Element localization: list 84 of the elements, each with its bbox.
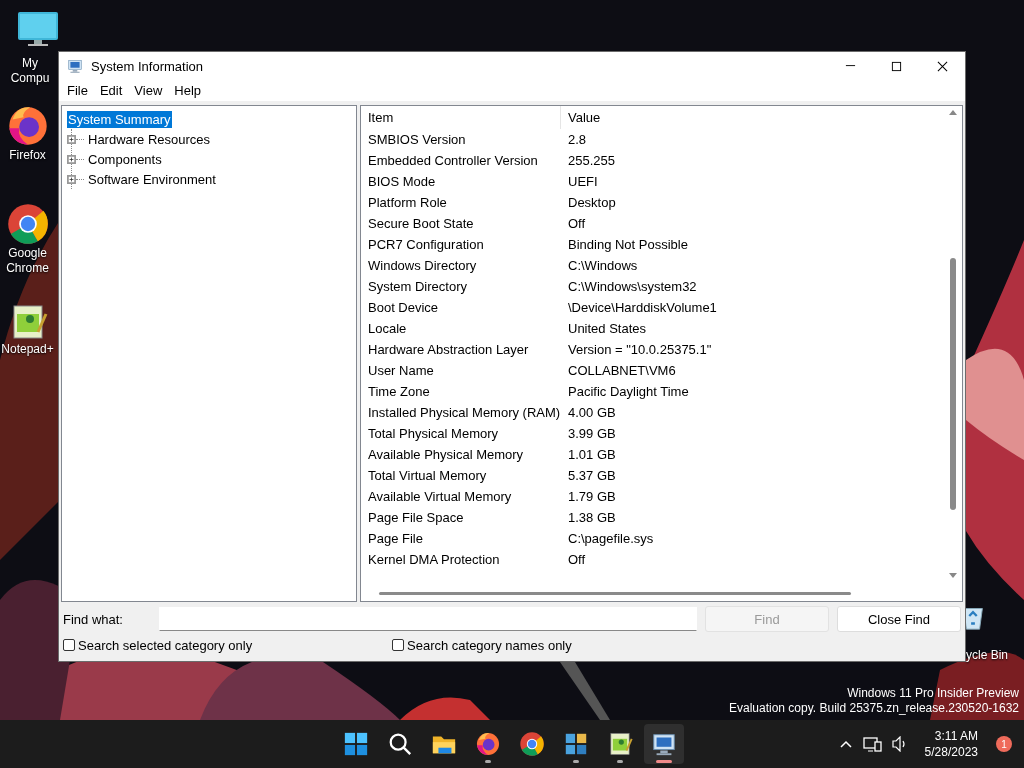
table-cell-text: User Name — [367, 363, 435, 378]
maximize-icon[interactable] — [890, 60, 902, 72]
table-cell-text: UEFI — [567, 174, 599, 189]
table-cell-text: 1.38 GB — [567, 510, 617, 525]
table-cell-text: Installed Physical Memory (RAM) — [367, 405, 561, 420]
table-cell-text: 3.99 GB — [567, 426, 617, 441]
tree-item[interactable]: Hardware Resources — [87, 130, 212, 148]
table-cell-text: Binding Not Possible — [567, 237, 689, 252]
table-cell-text: Total Virtual Memory — [367, 468, 488, 483]
expand-icon[interactable] — [67, 174, 76, 184]
close-find-button[interactable]: Close Find — [837, 606, 961, 632]
table-cell-text: PCR7 Configuration — [367, 237, 485, 252]
table-cell-text: Secure Boot State — [367, 216, 475, 231]
table-cell-text: Boot Device — [367, 300, 440, 315]
table-cell-text: Total Physical Memory — [367, 426, 500, 441]
menu-item[interactable]: Edit — [93, 83, 129, 98]
network-icon[interactable] — [862, 736, 882, 752]
scroll-down-icon[interactable] — [948, 571, 958, 580]
table-cell-text: Time Zone — [367, 384, 431, 399]
table-cell-text: 1.01 GB — [567, 447, 617, 462]
table-cell-text: C:\Windows — [567, 258, 639, 273]
notepad-icon — [607, 731, 633, 757]
menu-item[interactable]: File — [61, 83, 94, 98]
find-field[interactable] — [159, 607, 697, 631]
table-cell-text: SMBIOS Version — [367, 132, 467, 147]
table-cell-text: BIOS Mode — [367, 174, 437, 189]
table-cell-text: Windows Directory — [367, 258, 478, 273]
checkbox[interactable] — [63, 639, 75, 651]
table-cell-text: Desktop — [567, 195, 617, 210]
table-cell-text: Off — [567, 216, 587, 231]
table-cell-text: United States — [567, 321, 648, 336]
table-cell-text: Version = "10.0.25375.1" — [567, 342, 713, 357]
table-cell-text: COLLABNET\VM6 — [567, 363, 677, 378]
table-cell-text: 5.37 GB — [567, 468, 617, 483]
table-cell-text: Kernel DMA Protection — [367, 552, 501, 567]
scrollbar-thumb[interactable] — [379, 592, 851, 595]
start-icon — [343, 731, 369, 757]
clock-time[interactable]: 3:11 AM — [934, 728, 978, 744]
table-cell-text: Embedded Controller Version — [367, 153, 539, 168]
menu-item[interactable]: Help — [168, 83, 208, 98]
firefox-icon — [475, 731, 501, 757]
table-cell-text: Off — [567, 552, 587, 567]
table-cell-text: C:\pagefile.sys — [567, 531, 655, 546]
taskbar-button[interactable] — [644, 724, 684, 764]
os-build-text: Evaluation copy. Build 25375.zn_release.230520-1632 — [729, 701, 1019, 716]
table-cell-text: 1.79 GB — [567, 489, 617, 504]
search-icon — [387, 731, 413, 757]
table-cell-text: \Device\HarddiskVolume1 — [567, 300, 718, 315]
checkbox[interactable] — [392, 639, 404, 651]
tiles-icon — [563, 731, 589, 757]
table-cell-text: 255.255 — [567, 153, 616, 168]
tree-item[interactable]: Software Environment — [87, 170, 217, 188]
checkbox-label: Search category names only — [407, 637, 572, 653]
expand-icon[interactable] — [67, 134, 76, 144]
expand-icon[interactable] — [67, 154, 76, 164]
tree-item[interactable]: Components — [87, 150, 163, 168]
menu-item[interactable]: View — [128, 83, 169, 98]
table-cell-text: Platform Role — [367, 195, 448, 210]
table-cell-text: 2.8 — [567, 132, 588, 147]
close-icon[interactable] — [936, 60, 948, 72]
window-title: System Information — [91, 58, 204, 74]
chevron-up-icon[interactable] — [838, 738, 853, 750]
table-cell-text: Hardware Abstraction Layer — [367, 342, 530, 357]
tree-item[interactable]: System Summary — [67, 110, 172, 128]
speaker-icon[interactable] — [891, 736, 907, 752]
table-cell-text: Page File — [367, 531, 424, 546]
scrollbar-thumb[interactable] — [950, 258, 956, 510]
table-cell-text: Locale — [367, 321, 408, 336]
table-cell-text: System Directory — [367, 279, 468, 294]
table-cell-text: 4.00 GB — [567, 405, 617, 420]
table-cell-text: Available Physical Memory — [367, 447, 525, 462]
checkbox-label: Search selected category only — [78, 637, 253, 653]
monitor-icon — [67, 58, 83, 74]
scroll-up-icon[interactable] — [948, 108, 958, 117]
table-cell-text: Pacific Daylight Time — [567, 384, 690, 399]
clock-date[interactable]: 5/28/2023 — [924, 744, 978, 760]
table-cell-text: C:\Windows\system32 — [567, 279, 698, 294]
find-label: Find what: — [63, 611, 124, 627]
monitor-icon — [651, 731, 677, 757]
table-cell-text: Page File Space — [367, 510, 465, 525]
chrome-icon — [519, 731, 545, 757]
column-header[interactable]: Item — [361, 106, 561, 129]
column-header[interactable]: Value — [561, 110, 946, 125]
table-cell-text: Available Virtual Memory — [367, 489, 513, 504]
